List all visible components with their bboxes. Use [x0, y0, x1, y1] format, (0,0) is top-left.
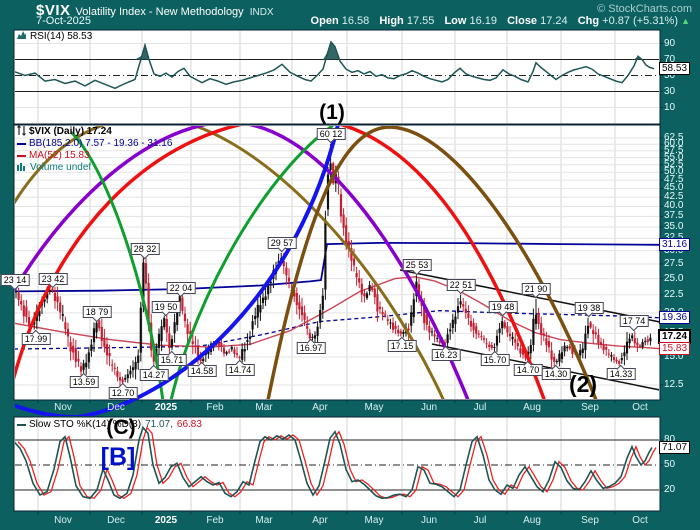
low-value: 16.19 — [469, 15, 498, 27]
rsi-panel — [13, 29, 661, 125]
stockcharts-chart-page: $VIX Volatility Index - New Methodology IN… — [0, 0, 700, 530]
symbol-title: Volatility Index - New Methodology — [75, 6, 244, 18]
stockcharts-credit: © StockCharts.com — [597, 3, 692, 15]
low-label: Low — [444, 15, 467, 27]
sto-panel — [13, 416, 661, 512]
sto-legend: Slow STO %K(14) %D(3) 71.07, 66.83 — [17, 419, 202, 431]
volume-legend-label: Volume undef — [30, 162, 92, 173]
chart-header: $VIX Volatility Index - New Methodology IN… — [0, 0, 700, 28]
rsi-legend: RSI(14) 58.53 — [17, 31, 92, 43]
close-value: 17.24 — [540, 15, 568, 27]
sto-line-swatch — [17, 424, 26, 426]
exchange-label: INDX — [249, 7, 274, 18]
chart-canvas — [13, 29, 663, 514]
up-triangle-icon: ▲ — [681, 16, 690, 26]
ma-legend-label: MA(52) 15.83 — [29, 150, 90, 161]
volume-bars-icon — [17, 162, 27, 175]
chg-label: Chg — [577, 15, 600, 27]
bb-legend-label: BB(185,2.0) 7.57 - 19.36 - 31.16 — [29, 138, 173, 149]
rsi-legend-label: RSI(14) 58.53 — [30, 31, 93, 42]
ohlc-quote-line: Open 16.58 High 17.55 Low 16.19 Close 17… — [304, 15, 690, 27]
high-label: High — [379, 15, 404, 27]
open-value: 16.58 — [341, 15, 370, 27]
ma-line-swatch — [17, 155, 26, 157]
main-legend: $VIX (Daily) 17.24 BB(185,2.0) 7.57 - 19… — [17, 124, 173, 175]
open-label: Open — [310, 15, 339, 27]
candlestick-icon — [17, 124, 26, 140]
area-chart-icon — [17, 30, 27, 44]
chart-date: 7-Oct-2025 — [36, 15, 92, 27]
sto-k-value: 71.07, — [145, 419, 173, 430]
sto-d-value: 66.83 — [176, 419, 202, 430]
high-value: 17.55 — [406, 15, 435, 27]
bb-line-swatch — [17, 143, 26, 145]
close-label: Close — [507, 15, 538, 27]
chg-value: +0.87 (+5.31%) — [602, 15, 679, 27]
vix-legend-label: $VIX (Daily) 17.24 — [29, 126, 112, 137]
sto-legend-label: Slow STO %K(14) %D(3) — [29, 419, 142, 430]
